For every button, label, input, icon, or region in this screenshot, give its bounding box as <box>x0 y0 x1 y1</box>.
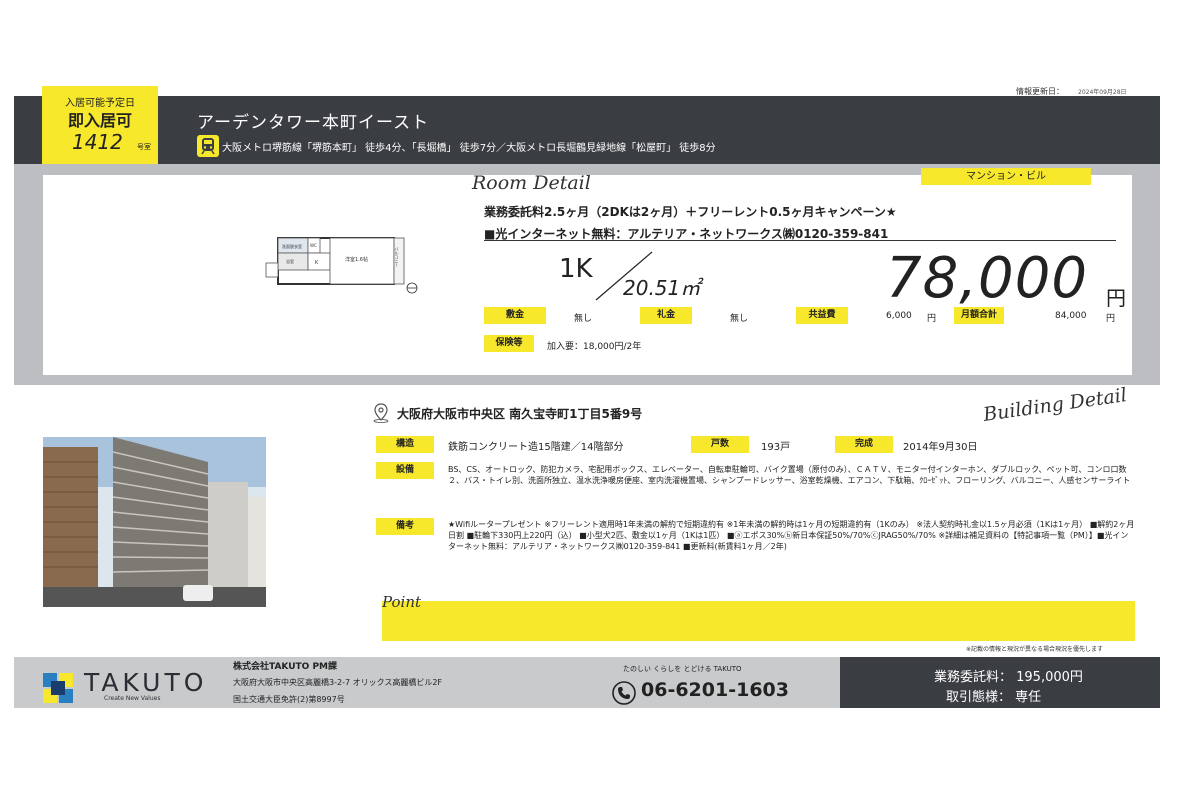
badge-line2: 即入居可 <box>67 111 132 130</box>
structure-label: 構造 <box>376 436 434 453</box>
phone-icon <box>612 681 636 705</box>
logo-text: TAKUTO <box>84 668 208 697</box>
company-name: 株式会社TAKUTO PM課 <box>233 662 338 672</box>
layout-type: 1K <box>559 254 593 284</box>
completed-value: 2014年9月30日 <box>903 442 978 453</box>
train-icon <box>197 135 219 157</box>
property-type-tag: マンション・ビル <box>921 168 1091 185</box>
floorplan-balcony: バルコニー <box>395 247 400 267</box>
floorplan-wc: WC <box>310 243 317 248</box>
property-name: アーデンタワー本町イースト <box>197 113 430 133</box>
guarantor-label: 保険等 <box>484 335 534 352</box>
deposit-value: 無し <box>574 314 593 324</box>
room-number: 1412 <box>72 130 123 154</box>
common-fee-value: 6,000 <box>886 311 912 321</box>
access-info: 大阪メトロ堺筋線「堺筋本町」 徒歩4分、「長堀橋」 徒歩7分／大阪メトロ長堀鶴見… <box>222 143 716 154</box>
facilities-text: BS、CS、オートロック、防犯カメラ、宅配用ボックス、エレベーター、自転車駐輪可… <box>448 465 1131 485</box>
divider <box>484 240 1116 241</box>
disclaimer: ※記載の情報と現況が異なる場合現況を優先します <box>966 646 1104 653</box>
room-detail-title: Room Detail <box>472 172 591 194</box>
room-suffix: 号室 <box>137 143 151 151</box>
rent-amount: 78,000 <box>886 246 1088 311</box>
floorplan-wash: 洗面脱衣室 <box>282 243 302 249</box>
remarks-text: ★Wifiルータープレゼント ※フリーレント適用時1年未満の解約で短期違約有 ※… <box>448 520 1135 551</box>
company-address: 大阪府大阪市中央区高麗橋3-2-7 オリックス高麗橋ビル2F <box>233 678 443 687</box>
commission-fee: 業務委託料： 195,000円 <box>934 670 1083 685</box>
floorplan-room: 洋室1.6帖 <box>345 256 368 263</box>
point-title: Point <box>382 593 422 611</box>
monthly-total-value: 84,000 <box>1055 311 1087 321</box>
phone-number[interactable]: 06-6201-1603 <box>641 679 789 701</box>
update-label: 情報更新日： <box>1016 87 1064 96</box>
transaction-type: 取引態様： 専任 <box>946 690 1042 705</box>
facilities-label: 設備 <box>376 462 434 479</box>
slogan: たのしい くらしを とどける TAKUTO <box>623 665 742 673</box>
license-number: 国土交通大臣免許(2)第8997号 <box>233 695 345 704</box>
floorplan-bath: 浴室 <box>286 258 294 264</box>
deposit-label: 敷金 <box>484 307 546 324</box>
monthly-total-unit: 円 <box>1106 314 1116 324</box>
point-box <box>382 601 1135 641</box>
units-value: 193戸 <box>761 442 791 453</box>
building-photo <box>43 437 266 607</box>
structure-value: 鉄筋コンクリート造15階建／14階部分 <box>448 442 624 453</box>
common-fee-unit: 円 <box>927 314 937 324</box>
building-detail-title: Building Detail <box>981 384 1129 426</box>
building-address: 大阪府大阪市中央区 南久宝寺町1丁目5番9号 <box>397 407 643 421</box>
location-pin-icon <box>373 403 389 423</box>
campaign-text: 業務委託料2.5ヶ月（2DKは2ヶ月）＋フリーレント0.5ヶ月キャンペーン★ <box>484 205 897 219</box>
guarantor-value: 加入要：18,000円/2年 <box>547 342 642 352</box>
monthly-total-label: 月額合計 <box>954 307 1004 324</box>
units-label: 戸数 <box>691 436 749 453</box>
rent-unit: 円 <box>1106 286 1126 310</box>
logo-tagline: Create New Values <box>104 695 161 702</box>
remarks-label: 備考 <box>376 518 434 535</box>
key-money-value: 無し <box>730 314 749 324</box>
update-date: 2024年09月28日 <box>1078 89 1127 96</box>
floor-area: 20.51㎡ <box>623 276 701 300</box>
key-money-label: 礼金 <box>640 307 692 324</box>
takuto-logo-icon <box>43 673 73 703</box>
floor-plan-image: 洗面脱衣室 WC 浴室 K 洋室1.6帖 バルコニー <box>262 233 422 295</box>
completed-label: 完成 <box>835 436 893 453</box>
common-fee-label: 共益費 <box>796 307 848 324</box>
